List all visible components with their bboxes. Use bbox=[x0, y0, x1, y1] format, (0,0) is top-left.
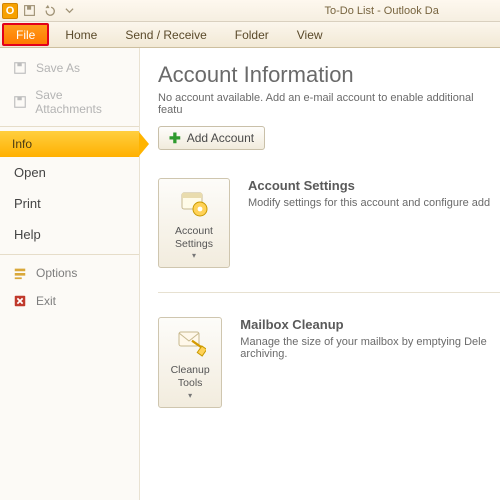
nav-info[interactable]: Info bbox=[0, 131, 139, 157]
account-settings-button[interactable]: Account Settings ▾ bbox=[158, 178, 230, 268]
cleanup-tools-button-label: Cleanup Tools bbox=[163, 364, 217, 390]
outlook-app-icon[interactable]: O bbox=[2, 3, 18, 19]
nav-options-label: Options bbox=[36, 266, 77, 280]
quick-access-toolbar: O bbox=[0, 2, 78, 20]
attachment-save-icon bbox=[12, 94, 27, 110]
nav-info-label: Info bbox=[12, 137, 32, 151]
window-title: To-Do List - Outlook Da bbox=[325, 5, 439, 17]
tab-send-receive[interactable]: Send / Receive bbox=[111, 22, 220, 47]
nav-options[interactable]: Options bbox=[0, 259, 139, 287]
plus-icon: ✚ bbox=[169, 131, 181, 145]
nav-save-attachments-label: Save Attachments bbox=[35, 88, 127, 116]
nav-exit[interactable]: Exit bbox=[0, 287, 139, 315]
options-icon bbox=[12, 265, 28, 281]
add-account-button[interactable]: ✚ Add Account bbox=[158, 126, 265, 150]
ribbon-tabs: File Home Send / Receive Folder View bbox=[0, 22, 500, 48]
qat-undo-icon[interactable] bbox=[40, 2, 58, 20]
page-title: Account Information bbox=[158, 62, 500, 88]
backstage-view: Save As Save Attachments Info Open Print… bbox=[0, 48, 500, 500]
cleanup-description: Mailbox Cleanup Manage the size of your … bbox=[240, 317, 500, 407]
cleanup-desc: Manage the size of your mailbox by empty… bbox=[240, 336, 500, 360]
section-mailbox-cleanup: Cleanup Tools ▾ Mailbox Cleanup Manage t… bbox=[158, 292, 500, 407]
account-settings-desc: Modify settings for this account and con… bbox=[248, 197, 490, 209]
tab-view[interactable]: View bbox=[283, 22, 337, 47]
nav-save-as: Save As bbox=[0, 54, 139, 82]
exit-icon bbox=[12, 293, 28, 309]
nav-separator bbox=[0, 126, 139, 127]
nav-separator bbox=[0, 254, 139, 255]
cleanup-tools-button[interactable]: Cleanup Tools ▾ bbox=[158, 317, 222, 407]
add-account-label: Add Account bbox=[187, 131, 254, 145]
nav-print[interactable]: Print bbox=[0, 188, 139, 219]
chevron-down-icon: ▾ bbox=[188, 391, 192, 401]
chevron-down-icon: ▾ bbox=[192, 251, 196, 261]
tab-file[interactable]: File bbox=[2, 23, 49, 46]
nav-open[interactable]: Open bbox=[0, 157, 139, 188]
cleanup-tools-icon bbox=[174, 326, 206, 358]
qat-dropdown-icon[interactable] bbox=[60, 2, 78, 20]
backstage-content: Account Information No account available… bbox=[140, 48, 500, 500]
nav-save-attachments: Save Attachments bbox=[0, 82, 139, 122]
account-settings-button-label: Account Settings bbox=[163, 225, 225, 251]
nav-exit-label: Exit bbox=[36, 294, 56, 308]
cleanup-title: Mailbox Cleanup bbox=[240, 317, 500, 332]
account-settings-icon bbox=[178, 187, 210, 219]
save-icon bbox=[12, 60, 28, 76]
tab-home[interactable]: Home bbox=[51, 22, 111, 47]
qat-save-icon[interactable] bbox=[20, 2, 38, 20]
account-settings-title: Account Settings bbox=[248, 178, 490, 193]
account-settings-description: Account Settings Modify settings for thi… bbox=[248, 178, 490, 268]
title-bar: O To-Do List - Outlook Da bbox=[0, 0, 500, 22]
tab-folder[interactable]: Folder bbox=[221, 22, 283, 47]
nav-help[interactable]: Help bbox=[0, 219, 139, 250]
backstage-nav: Save As Save Attachments Info Open Print… bbox=[0, 48, 140, 500]
nav-save-as-label: Save As bbox=[36, 61, 80, 75]
no-account-text: No account available. Add an e-mail acco… bbox=[158, 92, 500, 116]
section-account-settings: Account Settings ▾ Account Settings Modi… bbox=[158, 178, 500, 268]
